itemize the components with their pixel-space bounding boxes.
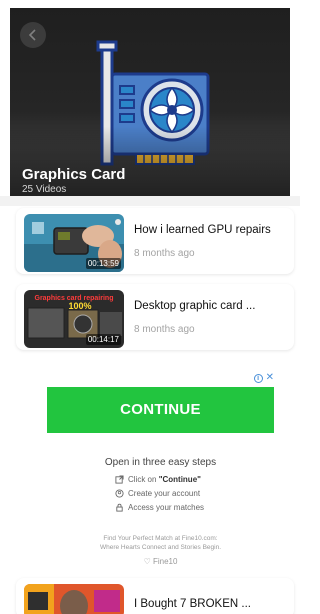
video-title[interactable]: Desktop graphic card ... bbox=[134, 300, 292, 312]
video-thumbnail[interactable]: Graphics card repairing 100% 00:14:17 bbox=[24, 290, 124, 348]
back-button[interactable] bbox=[20, 22, 46, 48]
ad-footer-line-1: Find Your Perfect Match at Fine10.com: bbox=[103, 535, 218, 542]
external-link-icon bbox=[115, 475, 124, 484]
ad-controls: i ✕ bbox=[253, 373, 274, 383]
collection-title: Graphics Card bbox=[22, 166, 126, 183]
lock-icon bbox=[116, 503, 123, 512]
ad-step-2-text: Create your account bbox=[128, 489, 201, 498]
video-duration: 00:13:59 bbox=[85, 258, 121, 269]
ad-continue-button[interactable]: CONTINUE bbox=[47, 387, 274, 433]
arrow-left-icon bbox=[28, 29, 36, 41]
svg-text:100%: 100% bbox=[68, 301, 91, 311]
ad-step-1-text: Click on bbox=[128, 475, 159, 484]
video-age: 8 months ago bbox=[134, 248, 195, 259]
ad-step-1-emphasis: "Continue" bbox=[158, 475, 201, 484]
ad-footer-line-2: Where Hearts Connect and Stories Begin. bbox=[99, 544, 222, 551]
video-thumbnail[interactable]: 00:13:59 bbox=[24, 214, 124, 272]
ad-heading: Open in three easy steps bbox=[104, 457, 217, 468]
user-add-icon bbox=[115, 489, 124, 498]
video-title[interactable]: How i learned GPU repairs bbox=[134, 224, 292, 236]
ad-info-icon[interactable]: i bbox=[253, 373, 263, 383]
video-title[interactable]: I Bought 7 BROKEN ... bbox=[134, 598, 292, 610]
video-duration: 00:14:17 bbox=[85, 334, 121, 345]
ad-footer: Find Your Perfect Match at Fine10.com: W… bbox=[43, 534, 278, 552]
video-list-item[interactable]: I Bought 7 BROKEN ... bbox=[16, 578, 294, 614]
video-age: 8 months ago bbox=[134, 324, 195, 335]
ad-brand: ♡ Fine10 bbox=[43, 557, 278, 566]
section-divider bbox=[0, 196, 300, 206]
ad-step-1: Click on "Continue" bbox=[115, 475, 201, 484]
ad-step-3: Access your matches bbox=[115, 503, 204, 512]
ad-step-2: Create your account bbox=[115, 489, 200, 498]
video-list-item[interactable]: 00:13:59 How i learned GPU repairs 8 mon… bbox=[16, 208, 294, 274]
video-list-item[interactable]: Graphics card repairing 100% 00:14:17 De… bbox=[16, 284, 294, 350]
thumbnail-image bbox=[24, 584, 124, 614]
advertisement: i ✕ CONTINUE Open in three easy steps Cl… bbox=[43, 369, 278, 579]
heart-icon: ♡ bbox=[143, 557, 151, 566]
video-thumbnail[interactable] bbox=[24, 584, 124, 614]
ad-close-icon[interactable]: ✕ bbox=[266, 373, 274, 383]
collection-header: Graphics Card 25 Videos bbox=[10, 8, 290, 196]
ad-step-3-text: Access your matches bbox=[128, 503, 205, 512]
collection-video-count: 25 Videos bbox=[22, 184, 67, 195]
ad-brand-name: Fine10 bbox=[152, 557, 178, 566]
